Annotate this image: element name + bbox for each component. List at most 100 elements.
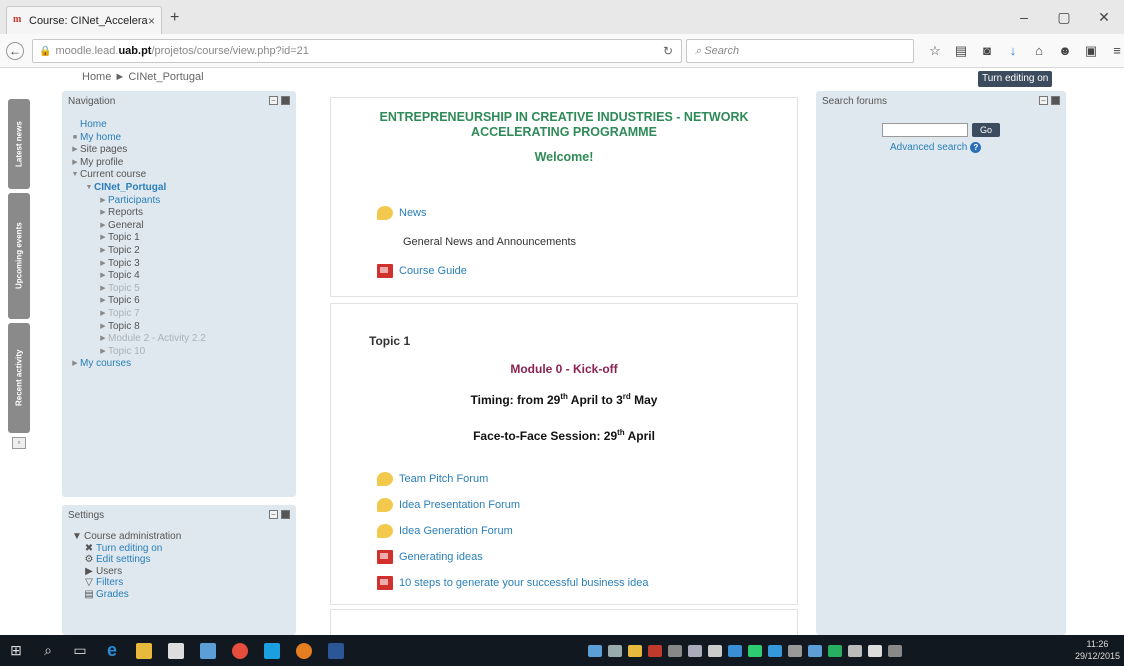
nav-item[interactable]: ▶ My courses bbox=[70, 358, 288, 371]
activity-link[interactable]: Idea Generation Forum bbox=[399, 525, 513, 537]
tab-close-icon[interactable]: × bbox=[148, 14, 155, 28]
nav-item-label[interactable]: My courses bbox=[80, 358, 131, 371]
bluetooth-icon[interactable] bbox=[688, 644, 702, 657]
start-button[interactable]: ⊞ bbox=[0, 635, 32, 666]
nav-item[interactable]: ▶ Topic 7 bbox=[70, 308, 288, 321]
tray-app-icon[interactable] bbox=[828, 644, 842, 657]
nav-item-label[interactable]: Topic 3 bbox=[108, 258, 140, 271]
word-icon[interactable] bbox=[320, 635, 352, 666]
extension-icon[interactable]: ▣ bbox=[1082, 40, 1100, 62]
nav-item-label[interactable]: Current course bbox=[80, 169, 146, 182]
nav-item-label[interactable]: CINet_Portugal bbox=[94, 182, 166, 195]
activity-item[interactable]: Team Pitch Forum bbox=[377, 472, 488, 486]
breadcrumb-home[interactable]: Home bbox=[82, 71, 111, 83]
volume-icon[interactable] bbox=[708, 644, 722, 657]
settings-item[interactable]: ▤ Grades bbox=[70, 589, 288, 601]
nav-item-label[interactable]: Topic 5 bbox=[108, 283, 140, 296]
tray-app-icon[interactable] bbox=[588, 644, 602, 657]
nav-item[interactable]: ▶ Topic 3 bbox=[70, 258, 288, 271]
taskbar-clock[interactable]: 11:26 29/12/2015 bbox=[1075, 638, 1120, 662]
network-icon[interactable] bbox=[768, 644, 782, 657]
photos-icon[interactable] bbox=[192, 635, 224, 666]
course-guide-link[interactable]: Course Guide bbox=[399, 265, 467, 277]
activity-item[interactable]: 10 steps to generate your successful bus… bbox=[377, 576, 648, 590]
activity-item[interactable]: Generating ideas bbox=[377, 550, 483, 564]
settings-item-label[interactable]: Edit settings bbox=[96, 554, 150, 566]
dock-block-icon[interactable] bbox=[1051, 96, 1060, 105]
nav-item[interactable]: ▶ Site pages bbox=[70, 144, 288, 157]
nav-item-label[interactable]: General bbox=[108, 220, 144, 233]
edge-browser-icon[interactable]: e bbox=[96, 635, 128, 666]
back-button[interactable]: ← bbox=[6, 42, 24, 60]
nav-item-label[interactable]: Topic 4 bbox=[108, 270, 140, 283]
nav-item[interactable]: ▶ Module 2 - Activity 2.2 bbox=[70, 333, 288, 346]
nav-item[interactable]: ▶ My profile bbox=[70, 157, 288, 170]
nav-item[interactable]: ▼ Current course bbox=[70, 169, 288, 182]
tray-app-icon[interactable] bbox=[628, 644, 642, 657]
nav-item-label[interactable]: Topic 7 bbox=[108, 308, 140, 321]
activity-link[interactable]: Team Pitch Forum bbox=[399, 473, 488, 485]
nav-item-label[interactable]: Topic 8 bbox=[108, 321, 140, 334]
settings-item[interactable]: ⚙ Edit settings bbox=[70, 554, 288, 566]
nav-item-label[interactable]: Reports bbox=[108, 207, 143, 220]
activity-news[interactable]: News bbox=[377, 206, 427, 220]
menu-icon[interactable]: ≡ bbox=[1108, 40, 1124, 62]
hide-block-icon[interactable]: – bbox=[269, 96, 278, 105]
nav-item[interactable]: ▶ Participants bbox=[70, 195, 288, 208]
activity-item[interactable]: Idea Generation Forum bbox=[377, 524, 513, 538]
store-icon[interactable] bbox=[160, 635, 192, 666]
nav-item[interactable]: ▶ Topic 10 bbox=[70, 346, 288, 359]
tray-app-icon[interactable] bbox=[648, 644, 662, 657]
reload-icon[interactable]: ↻ bbox=[663, 44, 673, 58]
nav-item-label[interactable]: Topic 1 bbox=[108, 232, 140, 245]
browser-search-input[interactable]: ⌕ Search bbox=[686, 39, 914, 63]
nav-item[interactable]: ▶ Reports bbox=[70, 207, 288, 220]
tray-app-icon[interactable] bbox=[668, 644, 682, 657]
site-info-icon[interactable]: 🔒 bbox=[39, 46, 51, 57]
keyboard-icon[interactable] bbox=[888, 644, 902, 657]
nav-item-label[interactable]: Topic 10 bbox=[108, 346, 145, 359]
help-icon[interactable]: ? bbox=[970, 142, 982, 153]
nav-item[interactable]: ▶ Topic 2 bbox=[70, 245, 288, 258]
activity-item[interactable]: Idea Presentation Forum bbox=[377, 498, 520, 512]
maximize-button[interactable]: ▢ bbox=[1044, 0, 1084, 34]
activity-link[interactable]: 10 steps to generate your successful bus… bbox=[399, 577, 648, 589]
search-forums-input[interactable] bbox=[882, 123, 968, 137]
nav-item-label[interactable]: Home bbox=[80, 119, 107, 132]
nav-item[interactable]: ▶ Topic 8 bbox=[70, 321, 288, 334]
nav-item[interactable]: ▶ Topic 1 bbox=[70, 232, 288, 245]
dock-block-icon[interactable] bbox=[281, 96, 290, 105]
nav-item-label[interactable]: Module 2 - Activity 2.2 bbox=[108, 333, 206, 346]
dock-tab-recent-activity[interactable]: Recent activity bbox=[8, 323, 30, 433]
settings-item-label[interactable]: Filters bbox=[96, 577, 123, 589]
breadcrumb-course[interactable]: CINet_Portugal bbox=[128, 71, 203, 83]
close-window-button[interactable]: ✕ bbox=[1084, 0, 1124, 34]
address-bar[interactable]: 🔒 moodle.lead. uab.pt /projetos/course/v… bbox=[32, 39, 682, 63]
nav-item[interactable]: ▼ CINet_Portugal bbox=[70, 182, 288, 195]
tray-app-icon[interactable] bbox=[748, 644, 762, 657]
news-link[interactable]: News bbox=[399, 207, 427, 219]
tray-app-icon[interactable] bbox=[788, 644, 802, 657]
advanced-search-link[interactable]: Advanced search bbox=[890, 142, 967, 153]
nav-item-label[interactable]: My home bbox=[80, 132, 121, 145]
file-explorer-icon[interactable] bbox=[128, 635, 160, 666]
settings-item-label[interactable]: Course administration bbox=[84, 531, 181, 543]
browser-tab[interactable]: m Course: CINet_Acceleratin... × bbox=[6, 6, 162, 34]
tray-app-icon[interactable] bbox=[608, 644, 622, 657]
activity-course-guide[interactable]: Course Guide bbox=[377, 264, 467, 278]
turn-editing-on-button[interactable]: Turn editing on bbox=[978, 71, 1053, 87]
firefox-icon[interactable] bbox=[288, 635, 320, 666]
nav-item-label[interactable]: Topic 2 bbox=[108, 245, 140, 258]
nav-item-label[interactable]: Participants bbox=[108, 195, 160, 208]
nav-item[interactable]: ▶ Topic 4 bbox=[70, 270, 288, 283]
undock-icon[interactable]: ▫ bbox=[12, 437, 26, 449]
settings-item[interactable]: ▽ Filters bbox=[70, 577, 288, 589]
chat-icon[interactable]: ☻ bbox=[1056, 40, 1074, 62]
activity-link[interactable]: Idea Presentation Forum bbox=[399, 499, 520, 511]
search-icon[interactable]: ⌕ bbox=[32, 635, 64, 666]
minimize-button[interactable]: – bbox=[1004, 0, 1044, 34]
tray-app-icon[interactable] bbox=[808, 644, 822, 657]
new-tab-button[interactable]: + bbox=[170, 9, 179, 27]
tray-app-icon[interactable] bbox=[848, 644, 862, 657]
skype-icon[interactable] bbox=[256, 635, 288, 666]
